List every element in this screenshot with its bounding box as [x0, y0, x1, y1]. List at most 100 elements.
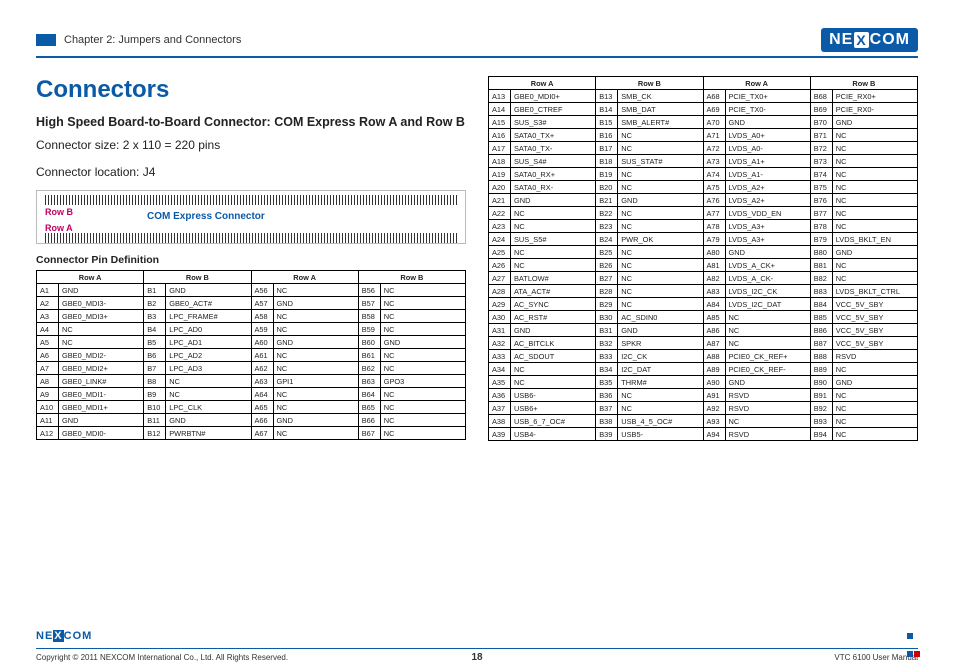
table-cell: NC: [832, 415, 917, 428]
table-cell: NC: [618, 220, 703, 233]
table-cell: B73: [810, 155, 832, 168]
connector-location: Connector location: J4: [36, 164, 466, 181]
table-cell: A31: [489, 324, 511, 337]
table-cell: B56: [358, 284, 380, 297]
table-cell: LVDS_A3+: [725, 220, 810, 233]
table-cell: B15: [596, 116, 618, 129]
table-cell: NC: [511, 259, 596, 272]
table-cell: PCIE_TX0-: [725, 103, 810, 116]
table-cell: AC_SYNC: [511, 298, 596, 311]
table-cell: BATLOW#: [511, 272, 596, 285]
table-cell: B78: [810, 220, 832, 233]
table-cell: B31: [596, 324, 618, 337]
table-cell: GND: [380, 336, 465, 349]
table-cell: GND: [59, 284, 144, 297]
table-cell: PCIE_RX0+: [832, 90, 917, 103]
th-rowa: Row A: [489, 77, 596, 90]
table-row: A37USB6+B37NCA92RSVDB92NC: [489, 402, 918, 415]
table-row: A6GBE0_MDI2-B6LPC_AD2A61NCB61NC: [37, 349, 466, 362]
table-cell: A32: [489, 337, 511, 350]
table-cell: NC: [166, 375, 251, 388]
table-cell: NC: [618, 142, 703, 155]
table-cell: A59: [251, 323, 273, 336]
pin-table-right: Row A Row B Row A Row B A13GBE0_MDI0+B13…: [488, 76, 918, 441]
table-cell: LVDS_BKLT_EN: [832, 233, 917, 246]
table-row: A24SUS_S5#B24PWR_OKA79LVDS_A3+B79LVDS_BK…: [489, 233, 918, 246]
table-cell: A82: [703, 272, 725, 285]
table-row: A5NCB5LPC_AD1A60GNDB60GND: [37, 336, 466, 349]
table-cell: GND: [273, 297, 358, 310]
table-cell: SATA0_RX+: [511, 168, 596, 181]
table-cell: NC: [832, 259, 917, 272]
table-cell: NC: [618, 129, 703, 142]
table-cell: NC: [832, 428, 917, 441]
table-cell: A57: [251, 297, 273, 310]
table-cell: B1: [144, 284, 166, 297]
table-cell: B34: [596, 363, 618, 376]
table-cell: NC: [380, 297, 465, 310]
table-cell: RSVD: [725, 428, 810, 441]
table-row: A34NCB34I2C_DATA89PCIE0_CK_REF-B89NC: [489, 363, 918, 376]
table-row: A25NCB25NCA80GNDB80GND: [489, 246, 918, 259]
table-cell: GBE0_MDI2+: [59, 362, 144, 375]
table-cell: NC: [618, 246, 703, 259]
table-cell: NC: [832, 207, 917, 220]
table-cell: B80: [810, 246, 832, 259]
table-cell: A20: [489, 181, 511, 194]
table-cell: GBE0_MDI3-: [59, 297, 144, 310]
table-cell: A84: [703, 298, 725, 311]
table-cell: A28: [489, 285, 511, 298]
table-cell: A24: [489, 233, 511, 246]
table-cell: SMB_ALERT#: [618, 116, 703, 129]
table-cell: RSVD: [832, 350, 917, 363]
th-rowb: Row B: [144, 271, 251, 284]
table-cell: NC: [273, 310, 358, 323]
table-cell: B36: [596, 389, 618, 402]
table-row: A21GNDB21GNDA76LVDS_A2+B76NC: [489, 194, 918, 207]
table-cell: GND: [725, 376, 810, 389]
table-row: A39USB4-B39USB5-A94RSVDB94NC: [489, 428, 918, 441]
table-cell: A1: [37, 284, 59, 297]
table-cell: B91: [810, 389, 832, 402]
table-cell: NC: [832, 142, 917, 155]
table-cell: AC_SDOUT: [511, 350, 596, 363]
table-cell: A91: [703, 389, 725, 402]
table-cell: A81: [703, 259, 725, 272]
table-cell: A94: [703, 428, 725, 441]
table-cell: NC: [273, 349, 358, 362]
table-cell: NC: [618, 298, 703, 311]
page-header: Chapter 2: Jumpers and Connectors NEXCOM: [36, 28, 918, 58]
table-cell: LPC_AD3: [166, 362, 251, 375]
table-cell: SUS_S5#: [511, 233, 596, 246]
table-cell: B89: [810, 363, 832, 376]
table-cell: B69: [810, 103, 832, 116]
table-cell: NC: [380, 284, 465, 297]
table-cell: A88: [703, 350, 725, 363]
table-cell: A16: [489, 129, 511, 142]
table-row: A36USB6-B36NCA91RSVDB91NC: [489, 389, 918, 402]
table-cell: A27: [489, 272, 511, 285]
table-row: A20SATA0_RX-B20NCA75LVDS_A2+B75NC: [489, 181, 918, 194]
table-cell: NC: [380, 362, 465, 375]
table-cell: A64: [251, 388, 273, 401]
table-cell: LVDS_BKLT_CTRL: [832, 285, 917, 298]
table-row: A15SUS_S3#B15SMB_ALERT#A70GNDB70GND: [489, 116, 918, 129]
table-cell: GND: [273, 336, 358, 349]
table-cell: B93: [810, 415, 832, 428]
table-cell: B18: [596, 155, 618, 168]
table-row: A1GNDB1GNDA56NCB56NC: [37, 284, 466, 297]
table-cell: A33: [489, 350, 511, 363]
table-cell: I2C_DAT: [618, 363, 703, 376]
table-cell: A87: [703, 337, 725, 350]
table-cell: NC: [273, 401, 358, 414]
table-cell: A4: [37, 323, 59, 336]
table-cell: B25: [596, 246, 618, 259]
pin-table-left: Row A Row B Row A Row B A1GNDB1GNDA56NCB…: [36, 270, 466, 440]
table-row: A23NCB23NCA78LVDS_A3+B78NC: [489, 220, 918, 233]
table-cell: GPO3: [380, 375, 465, 388]
table-cell: A67: [251, 427, 273, 440]
table-cell: GBE0_ACT#: [166, 297, 251, 310]
footer-logo: NEXCOM: [36, 630, 92, 642]
table-cell: GND: [832, 116, 917, 129]
table-cell: A3: [37, 310, 59, 323]
